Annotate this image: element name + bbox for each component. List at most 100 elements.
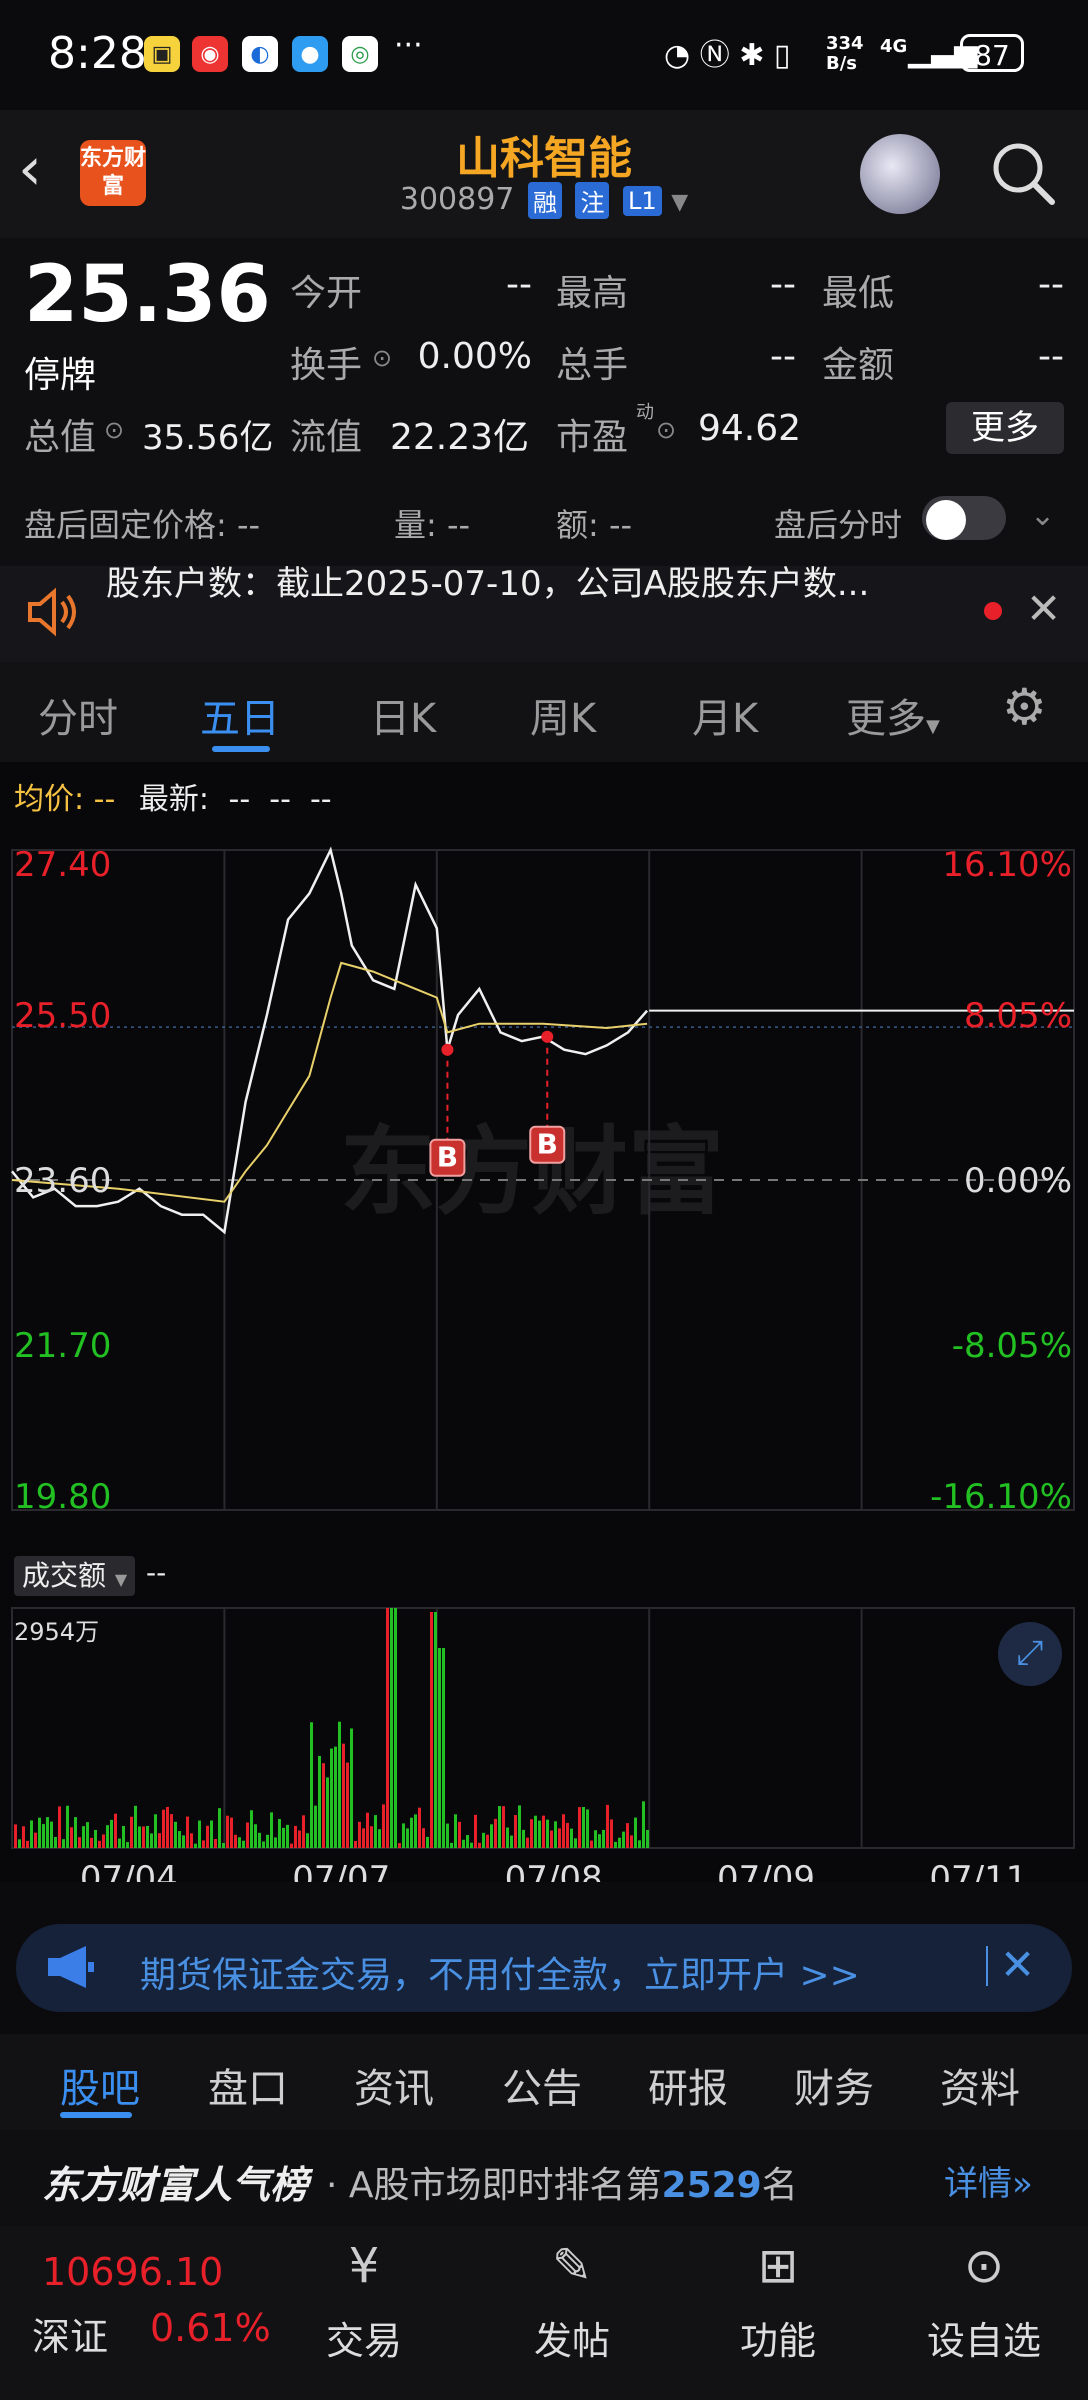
- tab-weekly-k[interactable]: 周K: [530, 686, 596, 744]
- volume-bar: [642, 1801, 645, 1848]
- tab-daily-k[interactable]: 日K: [370, 686, 436, 744]
- info-icon[interactable]: ⊙: [372, 344, 392, 372]
- assistant-avatar-icon[interactable]: [860, 134, 940, 214]
- volume-bar: [114, 1813, 117, 1848]
- toggle-knob: [926, 500, 966, 540]
- trade-icon[interactable]: ¥: [332, 2238, 396, 2294]
- volume-bar: [86, 1822, 89, 1848]
- index-value[interactable]: 10696.10: [42, 2250, 223, 2294]
- volume-bar: [226, 1815, 229, 1848]
- rank-detail-label: 详情: [944, 2164, 1012, 2204]
- dock-post[interactable]: 发帖: [512, 2310, 632, 2365]
- volume-bar: [426, 1836, 429, 1848]
- volume-bar: [186, 1816, 189, 1848]
- rank-brand: 东方财富人气榜: [42, 2163, 309, 2207]
- tab-financials[interactable]: 财务: [794, 2056, 874, 2114]
- index-name[interactable]: 深证: [32, 2306, 108, 2361]
- close-icon[interactable]: ✕: [1000, 1940, 1035, 1989]
- status-icons: ◔ Ⓝ ✱ ▯: [664, 38, 791, 73]
- volume-bar: [502, 1806, 505, 1848]
- index-change[interactable]: 0.61%: [150, 2306, 271, 2350]
- volume-bar: [174, 1821, 177, 1848]
- ad-text[interactable]: 期货保证金交易，不用付全款，立即开户 >>: [140, 1946, 860, 1998]
- volume-bar: [458, 1821, 461, 1848]
- price-chart[interactable]: 东方财富 27.4025.5023.6021.7019.8016.10%8.05…: [0, 820, 1088, 1882]
- tab-more[interactable]: 更多▼: [846, 686, 940, 744]
- volume-bar: [246, 1822, 249, 1848]
- volume-bar: [566, 1822, 569, 1848]
- volume-label: 总手: [556, 345, 629, 386]
- functions-grid-icon[interactable]: ⊞: [746, 2238, 810, 2294]
- volume-bar: [522, 1829, 525, 1848]
- y-tick-right: 16.10%: [942, 845, 1072, 885]
- network-speed: 334 B/s: [826, 33, 864, 74]
- after-price-value: --: [236, 506, 261, 544]
- volume-bar: [466, 1835, 469, 1848]
- y-tick-left: 27.40: [14, 845, 111, 885]
- volume-bar: [622, 1831, 625, 1848]
- buy-marker-label: B: [437, 1141, 458, 1174]
- volume-bar: [390, 1608, 393, 1848]
- chevron-down-icon[interactable]: ⌄: [1030, 498, 1055, 533]
- volume-bar: [578, 1807, 581, 1848]
- tab-orderbook[interactable]: 盘口: [208, 2056, 288, 2114]
- dock-trade[interactable]: 交易: [304, 2310, 424, 2365]
- tab-forum[interactable]: 股吧: [60, 2056, 140, 2114]
- low-value: --: [1038, 264, 1064, 305]
- double-chevron-icon: »: [1012, 2164, 1033, 2204]
- volume-bar: [218, 1808, 221, 1848]
- network-type: 4G: [880, 36, 908, 57]
- volume-bar: [542, 1815, 545, 1848]
- dock-add-watchlist[interactable]: 设自选: [904, 2310, 1064, 2365]
- volume-bar: [462, 1839, 465, 1848]
- volume-bar: [406, 1828, 409, 1848]
- rank-detail-link[interactable]: 详情»: [944, 2156, 1033, 2205]
- volume-selector[interactable]: 成交额 ▼: [14, 1556, 136, 1596]
- volume-bar: [510, 1835, 513, 1848]
- gear-icon[interactable]: ⚙: [1002, 678, 1047, 736]
- volume-bar: [374, 1815, 377, 1848]
- volume-bar: [42, 1824, 45, 1848]
- volume-bar: [330, 1748, 333, 1848]
- tab-news[interactable]: 资讯: [354, 2056, 434, 2114]
- volume-bar: [570, 1828, 573, 1848]
- y-tick-left: 21.70: [14, 1326, 111, 1366]
- volume-bar: [166, 1806, 169, 1848]
- volume-bar: [242, 1840, 245, 1848]
- volume-bar: [506, 1827, 509, 1848]
- volume-bar: [358, 1821, 361, 1848]
- volume-bar: [398, 1843, 401, 1848]
- tab-five-day[interactable]: 五日: [200, 686, 280, 744]
- volume-bar: [606, 1804, 609, 1848]
- volume-bar: [230, 1817, 233, 1848]
- tab-monthly-k[interactable]: 月K: [692, 686, 758, 744]
- x-tick: 07/07: [292, 1859, 390, 1882]
- dock-functions[interactable]: 功能: [718, 2310, 838, 2365]
- x-tick: 07/11: [929, 1859, 1027, 1882]
- expand-icon[interactable]: ⤢: [998, 1622, 1062, 1686]
- more-button[interactable]: 更多: [946, 402, 1064, 454]
- volume-bar: [278, 1819, 281, 1848]
- tab-announcements[interactable]: 公告: [502, 2056, 582, 2114]
- volume-bar: [446, 1823, 449, 1848]
- chart-grid: [11, 849, 1075, 1511]
- volume-bar: [610, 1819, 613, 1848]
- volume-bar: [14, 1824, 17, 1848]
- close-icon[interactable]: ✕: [1026, 584, 1061, 633]
- volume-bar: [102, 1834, 105, 1848]
- volume-bar: [410, 1817, 413, 1848]
- speaker-icon: [28, 587, 76, 637]
- pe-value: 94.62: [698, 408, 802, 449]
- info-icon[interactable]: ⊙: [104, 416, 124, 444]
- watchlist-icon[interactable]: ⊙: [952, 2238, 1016, 2294]
- search-icon[interactable]: [990, 140, 1056, 206]
- volume-bar: [26, 1840, 29, 1848]
- tab-intraday[interactable]: 分时: [38, 686, 118, 744]
- volume-bar: [438, 1648, 441, 1848]
- tab-research[interactable]: 研报: [648, 2056, 728, 2114]
- post-icon[interactable]: ✎: [540, 2238, 604, 2294]
- volume-bar: [326, 1777, 329, 1848]
- notice-text[interactable]: 股东户数：截止2025-07-10，公司A股股东户数...: [106, 560, 946, 608]
- tab-profile[interactable]: 资料: [940, 2056, 1020, 2114]
- info-icon[interactable]: ⊙: [656, 416, 676, 444]
